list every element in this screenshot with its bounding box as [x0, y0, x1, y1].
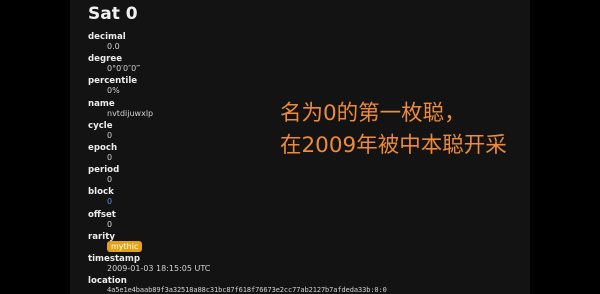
field-location: location 4a5e1e4baab89f3a32518a88c31bc87… — [88, 276, 528, 294]
field-label: epoch — [88, 142, 118, 153]
field-value: 2009-01-03 18:15:05 UTC — [107, 263, 211, 273]
video-frame: Sat 0 decimal 0.0 degree 0°0′0″0‴ percen… — [0, 0, 600, 294]
caption-line-1: 名为0的第一枚聪， — [280, 101, 466, 126]
field-percentile: percentile 0% — [88, 76, 528, 98]
location-value: 4a5e1e4baab89f3a32518a88c31bc87f618f7667… — [107, 286, 387, 294]
block-link[interactable]: 0 — [107, 196, 112, 207]
subtitle-caption: 名为0的第一枚聪， 在2009年被中本聪开采 — [280, 98, 507, 162]
caption-line-2: 在2009年被中本聪开采 — [280, 133, 507, 158]
field-block: block 0 — [88, 187, 528, 209]
page-title: Sat 0 — [88, 4, 138, 24]
field-value: 0 — [107, 130, 113, 140]
field-value: 0 — [107, 152, 113, 162]
sat-detail-panel: Sat 0 decimal 0.0 degree 0°0′0″0‴ percen… — [70, 0, 530, 294]
field-label: period — [88, 165, 120, 176]
rarity-badge: mythic — [107, 240, 143, 252]
field-timestamp: timestamp 2009-01-03 18:15:05 UTC — [88, 254, 528, 276]
field-period: period 0 — [88, 165, 528, 187]
field-degree: degree 0°0′0″0‴ — [88, 54, 528, 76]
field-value: 0 — [107, 219, 113, 229]
field-value: 0°0′0″0‴ — [107, 64, 141, 74]
field-offset: offset 0 — [88, 210, 528, 232]
field-value: nvtdijuwxlp — [107, 108, 154, 118]
field-rarity: rarity mythic — [88, 232, 528, 254]
field-value: 0% — [107, 86, 120, 96]
field-value: mythic — [107, 240, 143, 252]
sat-fields-list: decimal 0.0 degree 0°0′0″0‴ percentile 0… — [88, 32, 528, 294]
field-value: 0 — [107, 175, 113, 185]
field-decimal: decimal 0.0 — [88, 32, 528, 54]
field-value: 0.0 — [107, 42, 120, 51]
